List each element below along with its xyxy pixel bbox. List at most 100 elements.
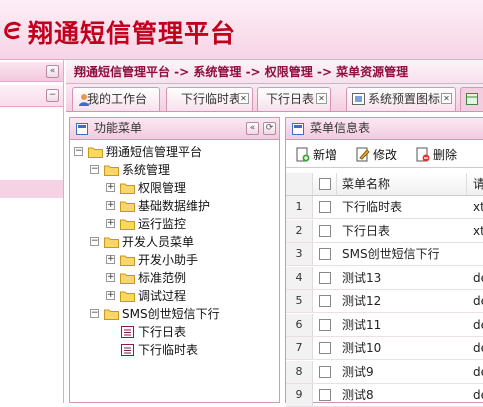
add-icon bbox=[296, 147, 310, 162]
table-row[interactable]: 9测试8de bbox=[286, 384, 483, 407]
tree-node-label: 下行日表 bbox=[138, 325, 187, 339]
collapse-left-button[interactable]: « bbox=[46, 65, 59, 78]
tab-workbench[interactable]: 我的工作台 bbox=[72, 87, 160, 111]
table-row[interactable]: 1 下行临时表 xto bbox=[286, 196, 483, 219]
folder-icon bbox=[120, 255, 135, 266]
cell-menu-code: de bbox=[473, 317, 483, 332]
user-icon bbox=[79, 94, 89, 106]
collapse-icon[interactable]: − bbox=[90, 309, 99, 318]
table-row[interactable]: 8 测试9 de bbox=[286, 360, 483, 384]
tab-bar: 我的工作台 下行临时表 ✕ 下行日表 ✕ 系统预置图标 ✕ bbox=[66, 84, 483, 112]
tree-node-label: 调试过程 bbox=[138, 289, 187, 303]
row-checkbox[interactable] bbox=[319, 318, 331, 331]
menu-info-panel: 菜单信息表 新增 修改 删除 菜单名称 请 1 下行临时表 xt 2 下行日表 … bbox=[285, 117, 483, 407]
cell-menu-code: de bbox=[473, 294, 483, 308]
tree-node[interactable]: + 基础数据维护 bbox=[70, 197, 275, 215]
select-all-checkbox[interactable] bbox=[319, 178, 331, 190]
delete-button[interactable]: 删除 bbox=[416, 146, 461, 164]
delete-button-label: 删除 bbox=[433, 148, 458, 162]
tree-node[interactable]: − 翔通短信管理平台 bbox=[70, 143, 275, 161]
row-checkbox[interactable] bbox=[319, 342, 331, 354]
tree-node[interactable]: + 标准范例 bbox=[70, 269, 275, 287]
tree-node-label: 翔通短信管理平台 bbox=[106, 145, 203, 159]
close-icon[interactable]: ✕ bbox=[316, 93, 327, 104]
row-checkbox[interactable] bbox=[319, 201, 331, 213]
expand-icon[interactable]: + bbox=[106, 291, 115, 300]
tree-node[interactable]: − SMS创世短信下行 bbox=[70, 305, 275, 323]
tree-node[interactable]: 下行日表 bbox=[70, 323, 275, 341]
row-checkbox[interactable] bbox=[319, 248, 331, 260]
tree-node[interactable]: + 调试过程 bbox=[70, 287, 275, 305]
cell-menu-name: 测试11 bbox=[342, 317, 382, 332]
tree-node[interactable]: − 系统管理 bbox=[70, 161, 275, 179]
left-panel-selected-row[interactable] bbox=[0, 180, 63, 198]
folder-icon bbox=[120, 219, 135, 230]
tree-node[interactable]: + 权限管理 bbox=[70, 179, 275, 197]
minus-button[interactable]: − bbox=[46, 89, 59, 102]
tab-label: 下行临时表 bbox=[181, 92, 242, 106]
function-menu-panel: 功能菜单 « ⟳ − 翔通短信管理平台 − 系统管理 + 权限管理 + 基础数据维护 + 运行监控… bbox=[69, 117, 280, 403]
tree-node-label: 系统管理 bbox=[122, 163, 171, 177]
row-checkbox[interactable] bbox=[319, 365, 331, 378]
table-row[interactable]: 3 SMS创世短信下行 bbox=[286, 243, 483, 266]
collapse-menu-button[interactable]: « bbox=[246, 122, 259, 135]
expand-icon[interactable]: + bbox=[106, 255, 115, 264]
row-number: 7 bbox=[286, 337, 313, 359]
close-icon[interactable]: ✕ bbox=[238, 93, 249, 104]
document-icon bbox=[121, 344, 134, 356]
app-header: 翔通短信管理平台 bbox=[0, 0, 483, 60]
table-row[interactable]: 5 测试12 de bbox=[286, 290, 483, 313]
logo-icon bbox=[4, 21, 22, 40]
menu-info-header: 菜单信息表 bbox=[286, 118, 483, 140]
close-icon[interactable]: ✕ bbox=[441, 93, 452, 104]
row-checkbox[interactable] bbox=[319, 271, 331, 284]
collapse-icon[interactable]: − bbox=[90, 237, 99, 246]
left-panel: « − bbox=[0, 60, 64, 403]
tab-downlink-daily[interactable]: 下行日表 ✕ bbox=[257, 87, 331, 111]
column-header-code[interactable]: 请 bbox=[473, 173, 483, 195]
tab-system-icons[interactable]: 系统预置图标 ✕ bbox=[346, 87, 456, 111]
row-checkbox[interactable] bbox=[319, 295, 331, 307]
expand-icon[interactable]: + bbox=[106, 219, 115, 228]
row-number: 5 bbox=[286, 290, 313, 312]
cell-menu-name: 下行日表 bbox=[342, 223, 391, 238]
cell-menu-name: 测试13 bbox=[342, 270, 382, 285]
folder-icon bbox=[120, 291, 135, 302]
breadcrumb: 翔通短信管理平台 -> 系统管理 -> 权限管理 -> 菜单资源管理 bbox=[66, 60, 483, 84]
left-panel-subheader: − bbox=[0, 85, 63, 107]
edit-button[interactable]: 修改 bbox=[356, 146, 401, 164]
tree-node[interactable]: + 开发小助手 bbox=[70, 251, 275, 269]
tree-node[interactable]: 下行临时表 bbox=[70, 341, 275, 359]
expand-icon[interactable]: + bbox=[106, 183, 115, 192]
grid-toolbar: 新增 修改 删除 bbox=[286, 141, 483, 168]
table-row[interactable]: 4 测试13 de bbox=[286, 266, 483, 290]
expand-icon[interactable]: + bbox=[106, 201, 115, 210]
row-number: 2 bbox=[286, 219, 313, 242]
column-header-name[interactable]: 菜单名称 bbox=[342, 173, 390, 195]
row-checkbox[interactable] bbox=[319, 224, 331, 237]
expand-icon[interactable]: + bbox=[106, 273, 115, 282]
column-divider bbox=[466, 173, 467, 195]
tree-node[interactable]: + 运行监控 bbox=[70, 215, 275, 233]
tree-node-label: 基础数据维护 bbox=[138, 199, 211, 213]
tab-downlink-temp[interactable]: 下行临时表 ✕ bbox=[166, 87, 253, 111]
table-row[interactable]: 2 下行日表 xto bbox=[286, 219, 483, 243]
cell-menu-code: de bbox=[473, 341, 483, 355]
tree-node-label: 下行临时表 bbox=[138, 343, 199, 357]
row-checkbox[interactable] bbox=[319, 389, 331, 401]
collapse-icon[interactable]: − bbox=[74, 147, 83, 156]
table-row[interactable]: 6 测试11 de bbox=[286, 313, 483, 337]
add-button[interactable]: 新增 bbox=[296, 146, 341, 164]
row-number: 8 bbox=[286, 360, 313, 383]
folder-icon bbox=[104, 309, 119, 320]
tab-label: 系统预置图标 bbox=[368, 92, 441, 106]
refresh-button[interactable]: ⟳ bbox=[263, 122, 276, 135]
table-row[interactable]: 7 测试10 de bbox=[286, 337, 483, 360]
tree-node[interactable]: − 开发人员菜单 bbox=[70, 233, 275, 251]
left-panel-header: « bbox=[0, 62, 63, 82]
tab-overflow[interactable] bbox=[460, 87, 483, 111]
grid-header-row: 菜单名称 请 bbox=[286, 173, 483, 196]
collapse-icon[interactable]: − bbox=[90, 165, 99, 174]
function-menu-title: 功能菜单 bbox=[94, 121, 143, 135]
cell-menu-code: xto bbox=[473, 223, 483, 238]
